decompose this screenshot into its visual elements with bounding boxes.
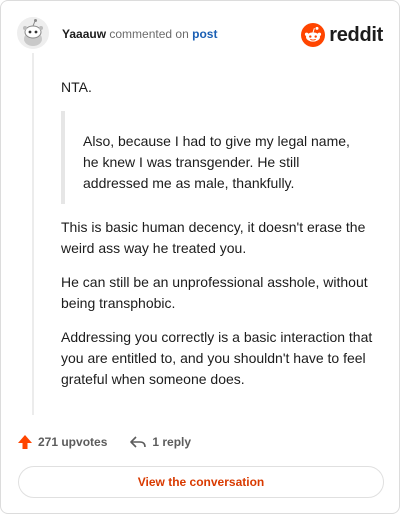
reply-count: 1 reply <box>152 435 192 449</box>
upvote-count: 271 upvotes <box>38 435 108 449</box>
snoo-avatar-icon[interactable] <box>17 17 49 49</box>
comment-content: Also, because I had to give my legal nam… <box>61 111 381 390</box>
comment-card: Yaaauw commented on post reddit NTA. Als… <box>0 0 400 514</box>
upvote-arrow-icon <box>18 435 32 449</box>
comment-byline: Yaaauw commented on post <box>62 27 217 41</box>
comment-paragraph-3: He can still be an unprofessional asshol… <box>61 274 368 311</box>
quote-text: Also, because I had to give my legal nam… <box>83 133 350 191</box>
blockquote: Also, because I had to give my legal nam… <box>61 111 363 204</box>
comment-body: NTA. <box>61 67 381 98</box>
comment-paragraph-2: This is basic human decency, it doesn't … <box>61 219 366 256</box>
comment-header: Yaaauw commented on post reddit <box>17 17 383 53</box>
reply-arrow-icon <box>130 436 147 448</box>
comment-paragraph-1: NTA. <box>61 79 92 95</box>
thread-line[interactable] <box>32 53 34 415</box>
username-link[interactable]: Yaaauw <box>62 27 106 41</box>
reply-button[interactable]: 1 reply <box>129 434 191 450</box>
reddit-wordmark: reddit <box>329 23 383 46</box>
comment-footer: 271 upvotes 1 reply <box>17 433 191 451</box>
reddit-alien-icon <box>301 23 326 47</box>
post-link[interactable]: post <box>192 27 217 41</box>
view-conversation-button[interactable]: View the conversation <box>18 466 384 498</box>
reddit-logo[interactable]: reddit <box>301 22 383 48</box>
upvote-button[interactable]: 271 upvotes <box>17 434 107 450</box>
byline-action-text: commented on <box>109 27 189 41</box>
comment-paragraph-4: Addressing you correctly is a basic inte… <box>61 329 373 387</box>
